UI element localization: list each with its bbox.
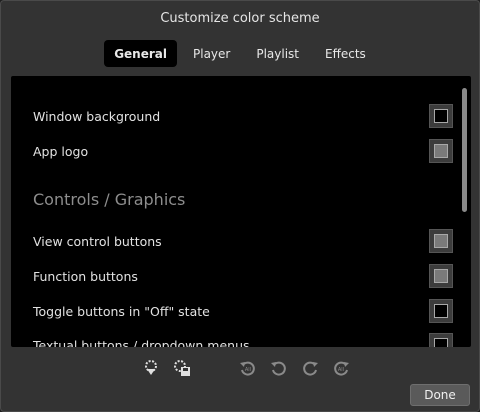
function-buttons-color-swatch[interactable]: [429, 264, 453, 288]
settings-panel: Window background App logo Controls / Gr…: [11, 76, 471, 347]
swatch-color: [434, 269, 448, 283]
setting-row-textual-buttons: Textual buttons / dropdown menus: [33, 332, 453, 347]
swatch-color: [434, 109, 448, 123]
done-button[interactable]: Done: [410, 384, 470, 406]
setting-row-window-background: Window background: [33, 103, 453, 129]
setting-label: Window background: [33, 108, 161, 124]
redo-all-icon[interactable]: All: [330, 357, 352, 379]
tab-bar: General Player Playlist Effects: [1, 40, 479, 67]
load-scheme-icon[interactable]: [141, 357, 163, 379]
tab-general[interactable]: General: [104, 40, 177, 67]
setting-label: App logo: [33, 143, 89, 159]
swatch-color: [434, 144, 448, 158]
swatch-color: [434, 304, 448, 318]
tab-player[interactable]: Player: [183, 40, 240, 67]
all-badge: All: [338, 367, 344, 373]
window-background-color-swatch[interactable]: [429, 104, 453, 128]
setting-label: Function buttons: [33, 268, 138, 284]
swatch-color: [434, 234, 448, 248]
customize-color-scheme-dialog: Customize color scheme General Player Pl…: [0, 0, 480, 412]
section-title-controls-graphics: Controls / Graphics: [33, 190, 186, 209]
setting-label: Toggle buttons in "Off" state: [33, 303, 210, 319]
toggle-buttons-off-color-swatch[interactable]: [429, 299, 453, 323]
setting-row-toggle-buttons-off: Toggle buttons in "Off" state: [33, 298, 453, 324]
dialog-title: Customize color scheme: [160, 11, 320, 26]
tab-effects[interactable]: Effects: [315, 40, 376, 67]
setting-row-function-buttons: Function buttons: [33, 263, 453, 289]
setting-row-app-logo: App logo: [33, 138, 453, 164]
scheme-toolbar: All All: [1, 357, 479, 381]
tab-playlist[interactable]: Playlist: [246, 40, 309, 67]
setting-row-view-control-buttons: View control buttons: [33, 228, 453, 254]
undo-icon[interactable]: [268, 357, 290, 379]
view-control-buttons-color-swatch[interactable]: [429, 229, 453, 253]
swatch-color: [434, 338, 448, 347]
redo-icon[interactable]: [299, 357, 321, 379]
save-scheme-icon[interactable]: [171, 357, 193, 379]
all-badge: All: [245, 367, 251, 373]
setting-label: Textual buttons / dropdown menus: [33, 337, 250, 348]
panel-scrollbar[interactable]: [462, 88, 467, 212]
textual-buttons-color-swatch[interactable]: [429, 333, 453, 347]
undo-all-icon[interactable]: All: [237, 357, 259, 379]
setting-label: View control buttons: [33, 233, 162, 249]
app-logo-color-swatch[interactable]: [429, 139, 453, 163]
